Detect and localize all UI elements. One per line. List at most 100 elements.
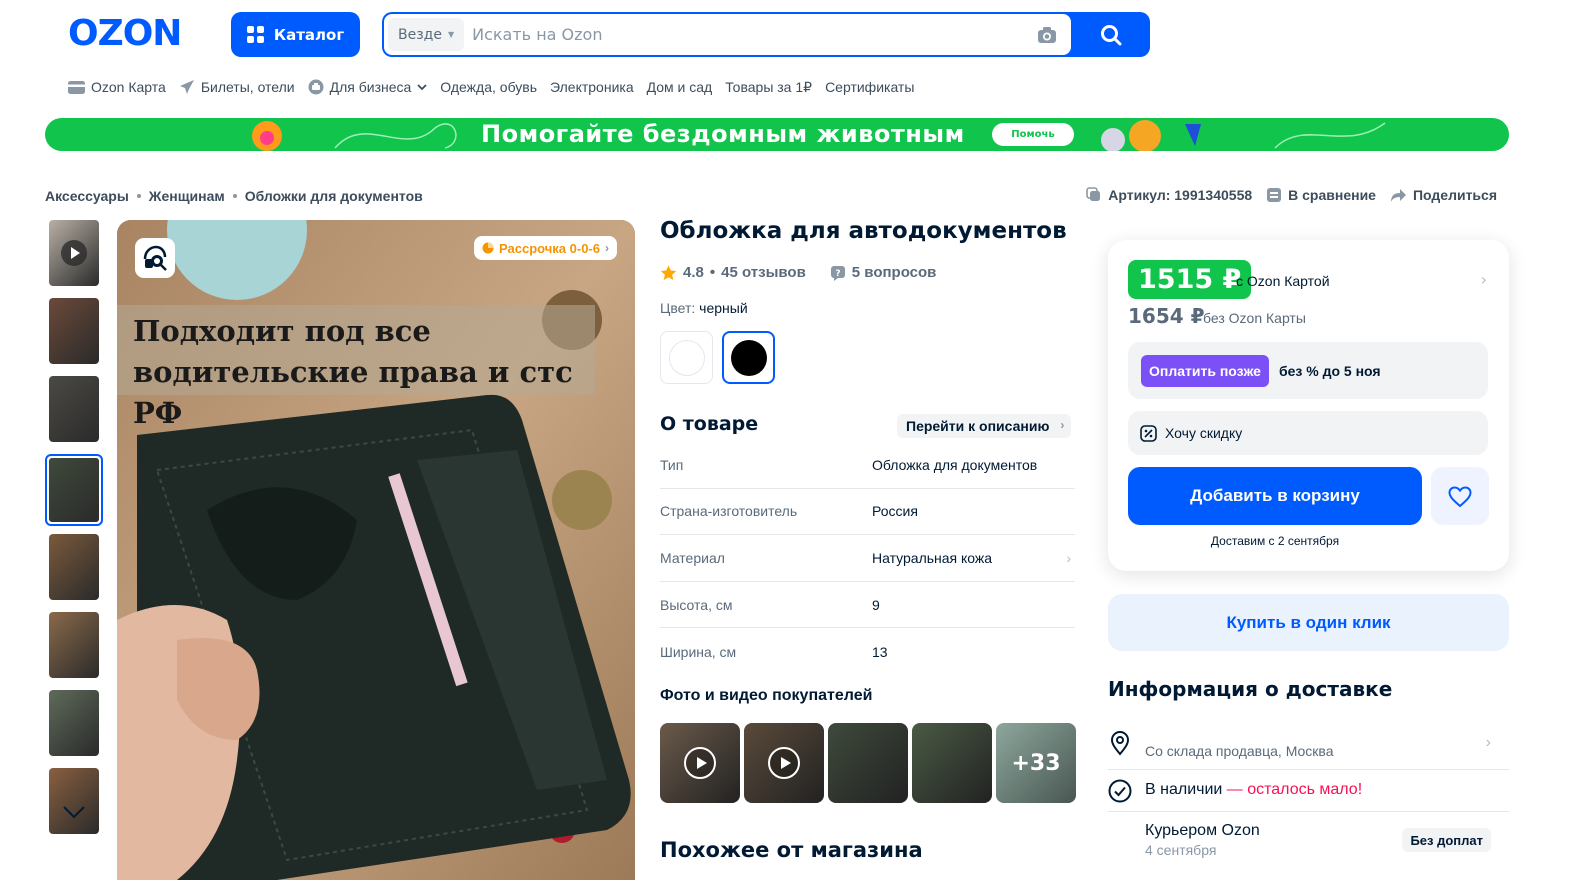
thumbnail-image xyxy=(49,534,99,600)
promo-banner[interactable]: Помогайте бездомным животным Помочь xyxy=(45,118,1509,151)
spec-value[interactable]: Натуральная кожа xyxy=(872,550,992,566)
questions-link[interactable]: 5 вопросов xyxy=(852,264,937,281)
color-label-key: Цвет: xyxy=(660,300,696,316)
courier-badge: Без доплат xyxy=(1402,828,1491,852)
thumbnail-image xyxy=(49,376,99,442)
buy-one-click-button[interactable]: Купить в один клик xyxy=(1108,594,1509,651)
reviews-link[interactable]: 45 отзывов xyxy=(721,264,806,281)
chevron-right-icon: › xyxy=(1485,734,1491,751)
nav-item-tickets[interactable]: Билеты, отели xyxy=(179,79,295,95)
nav-item-clothes[interactable]: Одежда, обувь xyxy=(440,79,537,95)
share-button[interactable]: Поделиться xyxy=(1390,187,1497,203)
favorite-button[interactable] xyxy=(1431,467,1489,525)
nav-item-ozon-card[interactable]: Ozon Карта xyxy=(68,79,166,95)
spec-row[interactable]: Материал Натуральная кожа › xyxy=(660,535,1075,582)
nav-label: Для бизнеса xyxy=(329,79,412,95)
chevron-right-icon[interactable]: › xyxy=(1481,270,1487,289)
gallery-thumbnail[interactable] xyxy=(49,298,99,364)
color-label-value: черный xyxy=(699,300,748,316)
business-icon xyxy=(308,79,324,95)
product-actions: Артикул: 1991340558 В сравнение Поделить… xyxy=(1086,187,1497,203)
rating-value[interactable]: 4.8 xyxy=(683,264,704,281)
goto-description-label: Перейти к описанию xyxy=(906,418,1050,434)
play-icon xyxy=(768,747,800,779)
star-icon xyxy=(660,265,677,280)
buyer-photo[interactable]: +33 xyxy=(996,723,1076,803)
nav-label: Одежда, обувь xyxy=(440,79,538,95)
pay-later-row[interactable]: Оплатить позже без % до 5 ноя xyxy=(1128,342,1488,399)
swatch-black[interactable] xyxy=(722,331,775,384)
search-input[interactable] xyxy=(472,25,1035,44)
nav-label: Ozon Карта xyxy=(91,79,166,95)
play-icon xyxy=(61,240,87,266)
nav-item-one-ruble[interactable]: Товары за 1₽ xyxy=(725,79,812,96)
nav-label: Дом и сад xyxy=(646,79,713,95)
breadcrumb-item[interactable]: Обложки для документов xyxy=(245,188,423,204)
product-title: Обложка для автодокументов xyxy=(660,218,1067,244)
delivery-origin-row[interactable]: Со склада продавца, Москва › xyxy=(1108,728,1509,770)
gallery-thumbnail[interactable] xyxy=(49,612,99,678)
buyer-photo[interactable] xyxy=(660,723,740,803)
stock-status: В наличии — осталось мало! xyxy=(1145,781,1362,799)
pay-later-text: без % до 5 ноя xyxy=(1278,362,1381,379)
nav-label: Билеты, отели xyxy=(200,79,295,95)
similar-title: Похожее от магазина xyxy=(660,838,923,862)
swatch-color xyxy=(668,339,705,376)
buyer-photos-title: Фото и видео покупателей xyxy=(660,687,873,704)
installment-badge[interactable]: Рассрочка 0-0-6 › xyxy=(474,236,617,260)
want-discount-button[interactable]: Хочу скидку xyxy=(1128,411,1488,455)
gallery-thumbnail[interactable] xyxy=(49,376,99,442)
spec-row: Ширина, см 13 xyxy=(660,628,1075,675)
question-icon: ? xyxy=(830,265,845,281)
gallery-thumbnail[interactable] xyxy=(49,220,99,286)
gallery-thumbnail[interactable] xyxy=(45,454,103,526)
breadcrumb-item[interactable]: Женщинам xyxy=(149,188,225,204)
search-bar: Везде ▼ xyxy=(382,12,1150,57)
banner-text: Помогайте бездомным животным xyxy=(481,120,965,148)
caption-line: водительские права и стс РФ xyxy=(133,355,573,430)
goto-description-button[interactable]: Перейти к описанию › xyxy=(897,414,1072,438)
spec-key: Тип xyxy=(660,456,684,473)
catalog-button[interactable]: Каталог xyxy=(231,12,360,57)
courier-row[interactable]: Курьером Ozon 4 сентября Без доплат xyxy=(1108,820,1509,864)
courier-date: 4 сентября xyxy=(1145,842,1217,858)
spec-key: Страна-изготовитель xyxy=(660,503,798,520)
spec-value[interactable]: Обложка для документов xyxy=(872,457,1037,473)
breadcrumb-item[interactable]: Аксессуары xyxy=(45,188,129,204)
nav-item-business[interactable]: Для бизнеса xyxy=(308,79,428,95)
buyer-photo[interactable] xyxy=(828,723,908,803)
thumbnail-image xyxy=(49,612,99,678)
regular-price-note: без Ozon Карты xyxy=(1203,310,1306,326)
chevron-right-icon: › xyxy=(1066,549,1071,566)
nav-item-certificates[interactable]: Сертификаты xyxy=(825,79,914,95)
buyer-photo[interactable] xyxy=(912,723,992,803)
search-scope-dropdown[interactable]: Везде ▼ xyxy=(388,18,465,51)
card-price: 1515 ₽ xyxy=(1128,260,1252,299)
swatch-white[interactable] xyxy=(660,331,713,384)
nav-item-electronics[interactable]: Электроника xyxy=(550,79,634,95)
buyer-photo[interactable] xyxy=(744,723,824,803)
banner-help-button[interactable]: Помочь xyxy=(992,123,1074,146)
ozon-logo[interactable]: OZON xyxy=(68,16,206,52)
nav-label: Товары за 1₽ xyxy=(725,78,813,95)
top-nav: Ozon Карта Билеты, отели Для бизнеса Оде… xyxy=(68,77,927,97)
nav-item-home[interactable]: Дом и сад xyxy=(647,79,713,95)
pay-later-button[interactable]: Оплатить позже xyxy=(1141,354,1269,387)
search-button[interactable] xyxy=(1072,12,1150,57)
thumbnail-image xyxy=(49,690,99,756)
more-photos-count: +33 xyxy=(996,723,1076,803)
add-to-cart-button[interactable]: Добавить в корзину xyxy=(1128,467,1422,525)
product-main-image[interactable]: Рассрочка 0-0-6 › Подходит под все водит… xyxy=(117,220,635,880)
nav-label: Сертификаты xyxy=(825,79,915,95)
chevron-down-icon[interactable] xyxy=(62,800,86,824)
camera-icon[interactable] xyxy=(1035,23,1059,47)
breadcrumb: Аксессуары Женщинам Обложки для документ… xyxy=(45,188,423,204)
thumbnail-image xyxy=(49,458,99,522)
spec-value[interactable]: Россия xyxy=(872,503,918,519)
article-copy[interactable]: Артикул: 1991340558 xyxy=(1086,187,1252,203)
gallery-thumbnail[interactable] xyxy=(49,690,99,756)
search-icon xyxy=(1101,24,1122,45)
gallery-thumbnail[interactable] xyxy=(49,534,99,600)
image-search-button[interactable] xyxy=(135,238,175,278)
compare-button[interactable]: В сравнение xyxy=(1266,187,1376,203)
